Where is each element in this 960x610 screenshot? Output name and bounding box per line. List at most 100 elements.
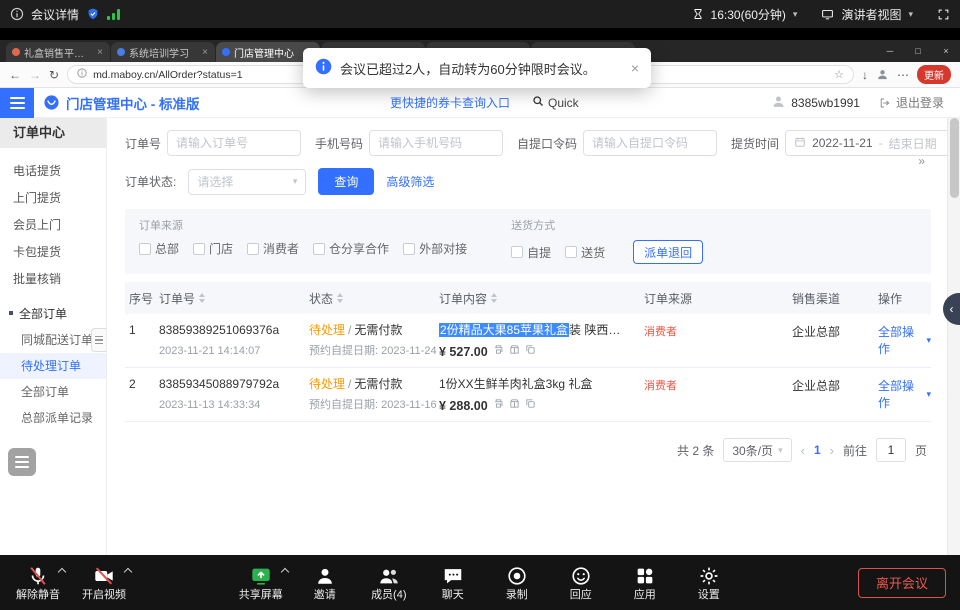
- sidebar-item-all-orders[interactable]: 全部订单: [0, 379, 106, 405]
- window-maximize-button[interactable]: □: [904, 40, 932, 62]
- phone-input[interactable]: [369, 130, 503, 156]
- security-shield-icon[interactable]: [86, 7, 100, 21]
- search-button[interactable]: 查询: [318, 168, 374, 195]
- tab-close-icon[interactable]: ×: [96, 47, 104, 58]
- browser-menu-icon[interactable]: ⋯: [897, 69, 909, 81]
- table-row-1[interactable]: 1 83859389251069376a 2023-11-21 14:14:07…: [125, 314, 931, 368]
- apps-button[interactable]: 应用: [617, 560, 673, 605]
- leave-meeting-button[interactable]: 离开会议: [858, 568, 946, 598]
- start-video-button[interactable]: 开启视频: [76, 560, 132, 605]
- sort-icon[interactable]: [337, 293, 343, 303]
- checkbox-icon[interactable]: [403, 243, 415, 255]
- chat-button[interactable]: 聊天: [425, 560, 481, 605]
- refresh-icon[interactable]: ↻: [49, 69, 59, 81]
- window-minimize-button[interactable]: ─: [876, 40, 904, 62]
- goto-page-input[interactable]: [876, 438, 906, 462]
- coupon-quick-entry-link[interactable]: 更快捷的券卡查询入口: [390, 94, 510, 111]
- sidebar-item-pending-orders[interactable]: 待处理订单: [0, 353, 106, 379]
- quick-search-icon[interactable]: [532, 95, 544, 110]
- col-order-no[interactable]: 订单号: [159, 290, 309, 307]
- checkbox-source-consumer[interactable]: 消费者: [247, 240, 299, 257]
- fullscreen-icon[interactable]: [937, 8, 950, 21]
- menu-hamburger-button[interactable]: [0, 88, 34, 118]
- unmute-button[interactable]: 解除静音: [10, 560, 66, 605]
- forward-icon[interactable]: →: [29, 69, 41, 81]
- col-status[interactable]: 状态: [309, 290, 439, 307]
- back-icon[interactable]: ←: [9, 69, 21, 81]
- share-screen-button[interactable]: 共享屏幕: [233, 560, 289, 605]
- meeting-timer[interactable]: 16:30(60分钟): [711, 6, 786, 23]
- current-page[interactable]: 1: [814, 443, 821, 457]
- sidebar-quick-menu-button[interactable]: [8, 448, 36, 476]
- quick-search[interactable]: Quick: [532, 95, 579, 110]
- checkbox-source-hq[interactable]: 总部: [139, 240, 179, 257]
- logout-icon[interactable]: [879, 97, 891, 109]
- chevron-up-icon[interactable]: [124, 568, 132, 576]
- members-button[interactable]: 成员(4): [361, 560, 417, 605]
- table-row-2[interactable]: 2 83859345088979792a 2023-11-13 14:33:34…: [125, 368, 931, 422]
- col-content[interactable]: 订单内容: [439, 290, 644, 307]
- sidebar-item-member-visit[interactable]: 会员上门: [0, 212, 106, 239]
- sort-icon[interactable]: [491, 293, 497, 303]
- browser-update-button[interactable]: 更新: [917, 65, 951, 84]
- print-icon[interactable]: [493, 398, 504, 413]
- bookmark-star-icon[interactable]: ☆: [834, 68, 844, 81]
- package-icon[interactable]: [509, 344, 520, 359]
- checkbox-icon[interactable]: [193, 243, 205, 255]
- advanced-filter-link[interactable]: 高级筛选: [386, 173, 434, 190]
- checkbox-icon[interactable]: [139, 243, 151, 255]
- checkbox-source-store[interactable]: 门店: [193, 240, 233, 257]
- toast-close-icon[interactable]: ×: [631, 60, 639, 76]
- username[interactable]: 8385wb1991: [791, 96, 860, 110]
- chevron-up-icon[interactable]: [58, 568, 66, 576]
- sidebar-item-door-pickup[interactable]: 上门提货: [0, 185, 106, 212]
- sidebar-group-all-orders[interactable]: 全部订单: [0, 299, 106, 327]
- sidebar-collapse-handle[interactable]: [91, 328, 106, 352]
- checkbox-delivery-pickup[interactable]: 自提: [511, 244, 551, 261]
- meeting-details-button[interactable]: 会议详情: [31, 6, 79, 23]
- timer-caret-icon[interactable]: ▾: [793, 9, 798, 20]
- checkbox-source-warehouse-coop[interactable]: 仓分享合作: [313, 240, 389, 257]
- all-actions-dropdown[interactable]: 全部操作▾: [878, 377, 931, 411]
- dispatch-return-button[interactable]: 派单退回: [633, 240, 703, 264]
- package-icon[interactable]: [509, 398, 520, 413]
- checkbox-source-external[interactable]: 外部对接: [403, 240, 467, 257]
- downloads-icon[interactable]: ↓: [862, 69, 868, 81]
- invite-button[interactable]: 邀请: [297, 560, 353, 605]
- pickup-date-range-picker[interactable]: 2022-11-21 - 结束日期: [785, 130, 947, 156]
- view-mode-selector[interactable]: 演讲者视图: [841, 6, 901, 23]
- page-size-select[interactable]: 30条/页 ▾: [723, 438, 791, 462]
- browser-tab-2[interactable]: 系统培训学习 ×: [111, 42, 215, 62]
- checkbox-delivery-deliver[interactable]: 送货: [565, 244, 605, 261]
- checkbox-icon[interactable]: [247, 243, 259, 255]
- print-icon[interactable]: [493, 344, 504, 359]
- copy-icon[interactable]: [525, 344, 536, 359]
- logout-button[interactable]: 退出登录: [896, 94, 944, 111]
- copy-icon[interactable]: [525, 398, 536, 413]
- quick-label[interactable]: Quick: [548, 96, 579, 110]
- site-info-icon[interactable]: [77, 68, 87, 81]
- checkbox-icon[interactable]: [565, 246, 577, 258]
- all-actions-dropdown[interactable]: 全部操作▾: [878, 323, 931, 357]
- user-avatar-icon[interactable]: [771, 94, 786, 112]
- scrollbar-thumb[interactable]: [950, 118, 959, 198]
- sidebar-item-batch-verify[interactable]: 批量核销: [0, 266, 106, 293]
- sidebar-item-phone-pickup[interactable]: 电话提货: [0, 158, 106, 185]
- order-no-input[interactable]: [167, 130, 301, 156]
- next-page-icon[interactable]: ›: [830, 443, 834, 458]
- settings-button[interactable]: 设置: [681, 560, 737, 605]
- reactions-button[interactable]: 回应: [553, 560, 609, 605]
- prev-page-icon[interactable]: ‹: [801, 443, 805, 458]
- order-status-select[interactable]: 请选择 ▾: [188, 169, 306, 195]
- sidebar-header-order-center[interactable]: 订单中心: [0, 118, 106, 148]
- window-close-button[interactable]: ×: [932, 40, 960, 62]
- record-button[interactable]: 录制: [489, 560, 545, 605]
- collapse-panel-icon[interactable]: »: [918, 154, 925, 168]
- browser-tab-1[interactable]: 礼盒销售平台管理中心 ×: [6, 42, 110, 62]
- sort-icon[interactable]: [199, 293, 205, 303]
- tab-close-icon[interactable]: ×: [201, 47, 209, 58]
- view-caret-icon[interactable]: ▾: [908, 9, 913, 20]
- checkbox-icon[interactable]: [511, 246, 523, 258]
- sidebar-item-card-pickup[interactable]: 卡包提货: [0, 239, 106, 266]
- chevron-up-icon[interactable]: [281, 568, 289, 576]
